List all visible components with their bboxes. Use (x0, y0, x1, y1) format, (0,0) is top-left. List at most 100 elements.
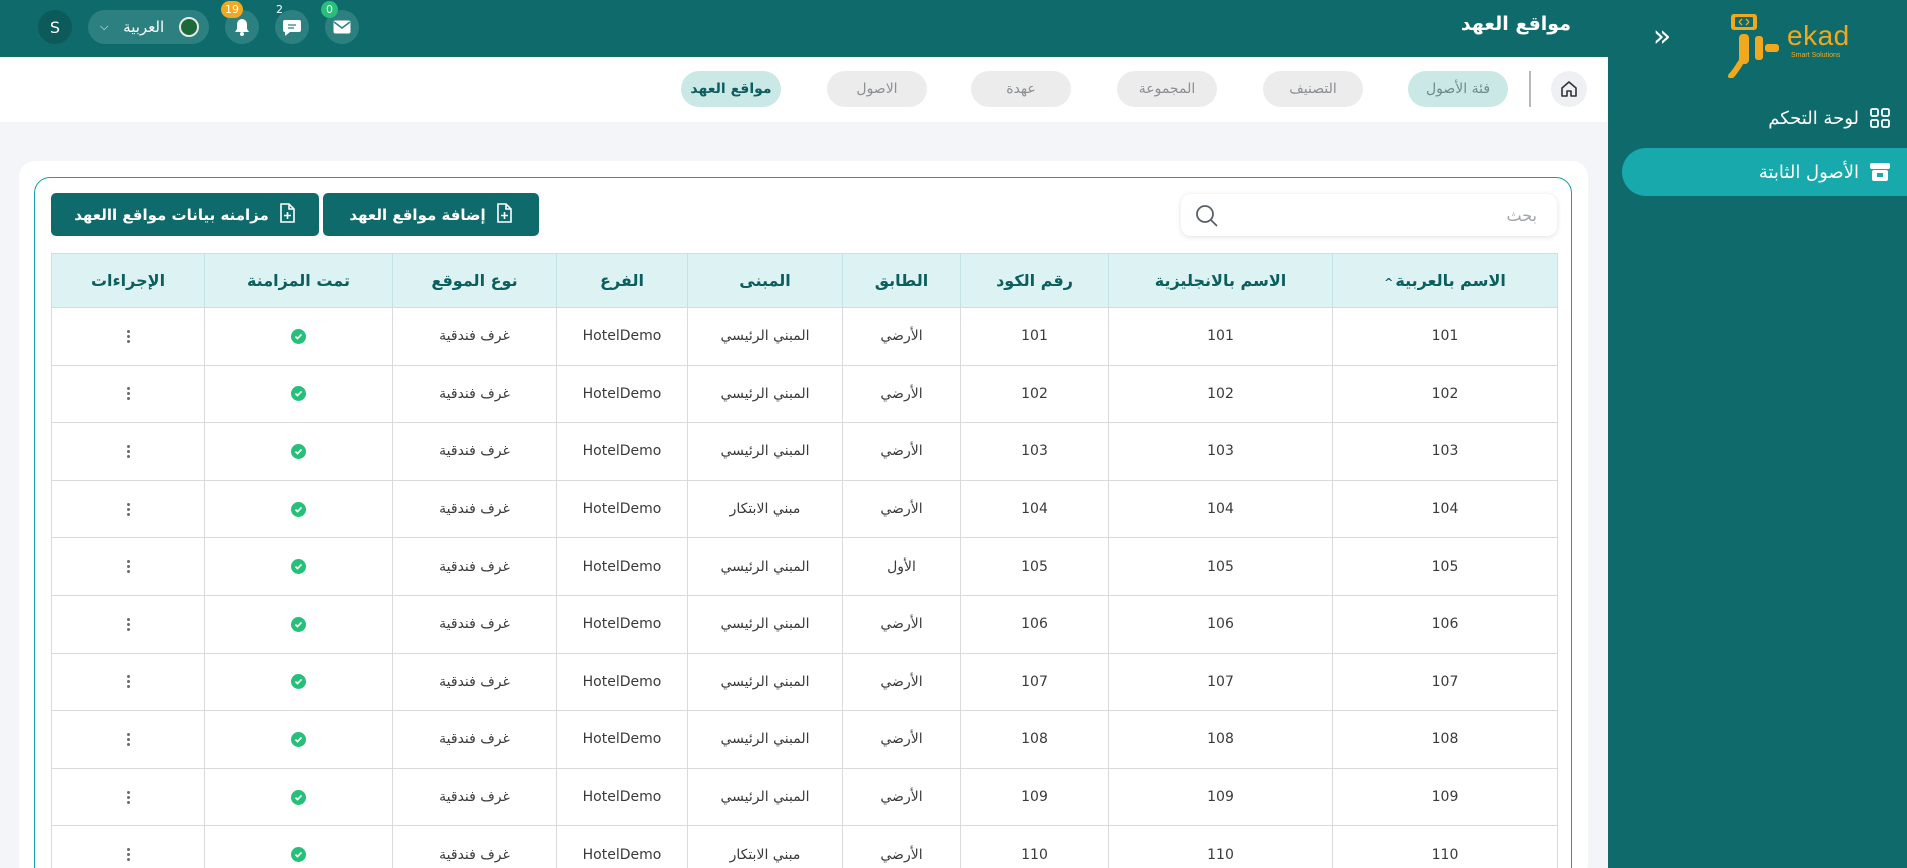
cell-location-type: غرف فندقية (392, 537, 557, 596)
tab-custody-locations[interactable]: مواقع العهد (681, 71, 781, 107)
cell-name-en: 108 (1108, 710, 1333, 769)
kebab-menu-icon[interactable] (126, 617, 130, 631)
cell-code: 101 (960, 307, 1109, 366)
cell-code: 102 (960, 364, 1109, 424)
cell-branch: HotelDemo (556, 594, 688, 654)
cell-name-en: 104 (1108, 479, 1333, 539)
kebab-menu-icon[interactable] (126, 675, 130, 689)
add-custody-location-button[interactable]: إضافة مواقع العهد (323, 193, 539, 236)
cell-code: 108 (960, 710, 1109, 769)
chevron-down-icon: ⌵ (100, 20, 109, 33)
cell-branch: HotelDemo (556, 652, 688, 712)
cell-name-en: 109 (1108, 767, 1333, 827)
cell-actions (51, 825, 205, 868)
cell-branch: HotelDemo (556, 479, 688, 539)
sidebar-item-label: لوحة التحكم (1768, 107, 1859, 129)
cell-name-ar: 104 (1332, 479, 1558, 539)
cell-location-type: غرف فندقية (392, 422, 557, 481)
table-row[interactable]: 106 106 106 الأرضي المبني الرئيسي HotelDemo غر… (51, 594, 1558, 654)
cell-building: المبني الرئيسي (687, 422, 843, 481)
cell-location-type: غرف فندقية (392, 479, 557, 539)
sidebar-item-fixed-assets[interactable]: الأصول الثابتة (1622, 148, 1907, 196)
mail-button[interactable]: 0 (321, 1, 359, 44)
cell-code: 104 (960, 479, 1109, 539)
cell-name-en: 105 (1108, 537, 1333, 596)
saudi-flag-icon (179, 17, 199, 37)
cell-name-en: 110 (1108, 825, 1333, 868)
chat-badge: 2 (276, 3, 283, 16)
user-avatar[interactable]: S (38, 10, 72, 44)
chat-icon (283, 19, 301, 36)
cell-location-type: غرف فندقية (392, 767, 557, 827)
cell-code: 109 (960, 767, 1109, 827)
tab-group[interactable]: المجموعة (1117, 71, 1217, 107)
tab-classification[interactable]: التصنيف (1263, 71, 1363, 107)
search-icon (1195, 204, 1219, 232)
page-title: مواقع العهد (1460, 13, 1571, 35)
cell-location-type: غرف فندقية (392, 594, 557, 654)
top-header: مواقع العهد 0 2 19 ⌵ العربية S (0, 0, 1608, 57)
cell-branch: HotelDemo (556, 710, 688, 769)
cell-branch: HotelDemo (556, 422, 688, 481)
kebab-menu-icon[interactable] (126, 848, 130, 862)
table-row[interactable]: 103 103 103 الأرضي المبني الرئيسي HotelDemo غر… (51, 422, 1558, 481)
mail-badge: 0 (321, 1, 338, 18)
column-header-location-type[interactable]: نوع الموقع (392, 253, 557, 308)
tab-custody[interactable]: عهدة (971, 71, 1071, 107)
kebab-menu-icon[interactable] (126, 444, 130, 458)
kebab-menu-icon[interactable] (126, 790, 130, 804)
kebab-menu-icon[interactable] (126, 732, 130, 746)
table-row[interactable]: 109 109 109 الأرضي المبني الرئيسي HotelDemo غر… (51, 767, 1558, 827)
check-circle-icon (291, 674, 306, 690)
store-icon (1869, 161, 1891, 183)
column-header-code[interactable]: رقم الكود (960, 253, 1109, 308)
cell-code: 106 (960, 594, 1109, 654)
kebab-menu-icon[interactable] (126, 502, 130, 516)
column-header-name-en[interactable]: الاسم بالانجليزية (1108, 253, 1333, 308)
table-row[interactable]: 108 108 108 الأرضي المبني الرئيسي HotelDemo غر… (51, 710, 1558, 769)
custody-locations-table: الاسم بالعربية^ الاسم بالانجليزية رقم ال… (51, 253, 1558, 868)
check-circle-icon (291, 328, 306, 344)
table-row[interactable]: 102 102 102 الأرضي المبني الرئيسي HotelDemo غر… (51, 364, 1558, 424)
cell-branch: HotelDemo (556, 767, 688, 827)
cell-building: المبني الرئيسي (687, 767, 843, 827)
table-row[interactable]: 101 101 101 الأرضي المبني الرئيسي HotelDemo غر… (51, 307, 1558, 366)
cell-floor: الأرضي (842, 652, 961, 712)
kebab-menu-icon[interactable] (126, 387, 130, 401)
sort-caret-icon[interactable]: ^ (1384, 276, 1393, 289)
tab-assets[interactable]: الاصول (827, 71, 927, 107)
cell-code: 105 (960, 537, 1109, 596)
column-header-synced[interactable]: تمت المزامنة (204, 253, 393, 308)
cell-actions (51, 479, 205, 539)
sync-custody-locations-button[interactable]: مزامنه بيانات مواقع االعهد (51, 193, 319, 236)
table-row[interactable]: 107 107 107 الأرضي المبني الرئيسي HotelDemo غر… (51, 652, 1558, 712)
ekad-logo[interactable]: ekad Smart Solutions (1725, 6, 1857, 79)
cell-name-en: 103 (1108, 422, 1333, 481)
collapse-sidebar-button[interactable]: » (1649, 22, 1675, 52)
logo-subtitle: Smart Solutions (1791, 52, 1841, 59)
home-button[interactable] (1551, 71, 1587, 107)
sync-button-label: مزامنه بيانات مواقع االعهد (74, 205, 269, 224)
sidebar-item-dashboard[interactable]: لوحة التحكم (1622, 94, 1907, 142)
language-label: العربية (123, 18, 165, 36)
cell-synced (204, 594, 393, 654)
kebab-menu-icon[interactable] (126, 329, 130, 343)
cell-building: المبني الرئيسي (687, 710, 843, 769)
notifications-button[interactable]: 19 (221, 1, 259, 44)
grid-icon (1869, 107, 1891, 129)
cell-building: المبني الرئيسي (687, 594, 843, 654)
tab-asset-category[interactable]: فئة الأصول (1408, 71, 1508, 107)
table-row[interactable]: 104 104 104 الأرضي مبني الابتكار HotelDemo غرف… (51, 479, 1558, 539)
chat-button[interactable]: 2 (275, 3, 309, 44)
language-selector[interactable]: ⌵ العربية (88, 10, 209, 44)
cell-floor: الأرضي (842, 594, 961, 654)
table-row[interactable]: 105 105 105 الأول المبني الرئيسي HotelDemo غرف… (51, 537, 1558, 596)
column-header-building[interactable]: المبنى (687, 253, 843, 308)
column-header-branch[interactable]: الفرع (556, 253, 688, 308)
table-row[interactable]: 110 110 110 الأرضي مبني الابتكار HotelDemo غرف… (51, 825, 1558, 868)
search-input[interactable] (1181, 194, 1557, 236)
tab-separator (1529, 71, 1531, 107)
column-header-name-ar[interactable]: الاسم بالعربية^ (1332, 253, 1558, 308)
column-header-floor[interactable]: الطابق (842, 253, 961, 308)
kebab-menu-icon[interactable] (126, 560, 130, 574)
